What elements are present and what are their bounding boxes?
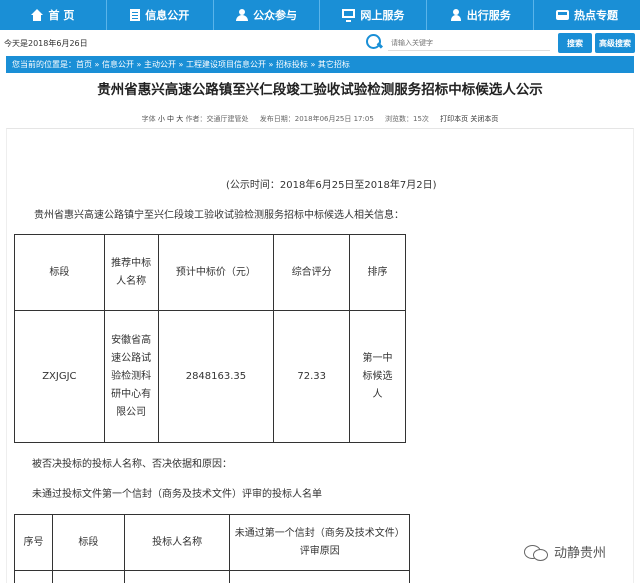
table-cell: 2848163.35 [157,310,275,443]
nav-item-public-participation[interactable]: 公众参与 [214,0,321,30]
header-strip: 今天是2018年6月26日 搜索 高级搜索 [0,30,640,56]
table-header-cell: 未通过第一个信封（商务及技术文件）评审原因 [229,514,410,571]
table-cell [14,570,53,583]
table-row [14,570,410,583]
advanced-search-button[interactable]: 高级搜索 [595,33,635,53]
table-header-cell: 序号 [14,514,53,571]
article-views: 浏览数：15次 [385,115,429,123]
search-icon[interactable] [366,34,382,50]
people-icon [236,9,249,21]
bus-icon [556,10,570,20]
table-cell [123,570,231,583]
article-meta: 字体 小 中 大 作者：交通厅建管处 发布日期：2018年06月25日 17:0… [0,114,640,124]
font-size-label: 字体 [141,115,156,123]
table-cell: 72.33 [273,310,351,443]
candidate-table: 标段 推荐中标人名称 预计中标价（元） 综合评分 排序 ZXJGJC 安徽省高速… [14,234,406,443]
nav-item-label: 首 页 [48,9,75,22]
service-icon [450,9,462,21]
table-cell: ZXJGJC [14,310,105,443]
font-size-medium[interactable]: 中 [167,115,174,123]
search-button[interactable]: 搜索 [558,33,592,53]
nav-item-label: 网上服务 [360,9,405,22]
notice-period: (公示时间：2018年6月25日至2018年7月2日) [226,180,437,191]
article-title: 贵州省惠兴高速公路镇至兴仁段竣工验收试验检测服务招标中标候选人公示 [97,82,543,98]
table-cell: 安徽省高速公路试验检测科研中心有限公司 [103,310,159,443]
top-nav: 首 页 信息公开 公众参与 网上服务 出行服务 热点专题 [0,0,640,30]
nav-item-travel-service[interactable]: 出行服务 [427,0,535,30]
table-header-cell: 推荐中标人名称 [103,234,159,311]
nav-item-home[interactable]: 首 页 [0,0,107,30]
breadcrumb-text[interactable]: 您当前的位置是：首页 » 信息公开 » 主动公开 » 工程建设项目信息公开 » … [12,59,350,70]
table-header-cell: 投标人名称 [123,514,231,571]
nav-item-label: 公众参与 [253,9,298,22]
wechat-logo-icon [524,543,548,561]
table-header-cell: 标段 [51,514,125,571]
close-page-link[interactable]: 关闭本页 [470,115,498,123]
home-icon [31,9,44,21]
document-icon [130,9,141,21]
table-cell [229,570,410,583]
table-header-cell: 综合评分 [273,234,351,311]
nav-item-label: 信息公开 [145,9,190,22]
table-row: ZXJGJC 安徽省高速公路试验检测科研中心有限公司 2848163.35 72… [14,310,406,443]
breadcrumb: 您当前的位置是：首页 » 信息公开 » 主动公开 » 工程建设项目信息公开 » … [6,56,634,73]
nav-item-label: 出行服务 [466,9,511,22]
font-size-large[interactable]: 大 [176,115,183,123]
failed-bidders-table: 序号 标段 投标人名称 未通过第一个信封（商务及技术文件）评审原因 [14,514,410,583]
watermark-text: 动静贵州 [554,546,607,561]
search-input[interactable] [388,35,550,51]
monitor-icon [342,9,356,22]
table-header-cell: 排序 [349,234,406,311]
table-header-cell: 标段 [14,234,105,311]
nav-item-info-disclosure[interactable]: 信息公开 [107,0,214,30]
article-date: 发布日期：2018年06月25日 17:05 [259,115,374,123]
nav-item-online-service[interactable]: 网上服务 [320,0,428,30]
font-size-small[interactable]: 小 [158,115,165,123]
table-header-cell: 预计中标价（元） [157,234,275,311]
article-author: 作者：交通厅建管处 [185,115,249,123]
table-cell [51,570,125,583]
watermark: 动静贵州 [524,542,606,561]
intro-paragraph: 贵州省惠兴高速公路镇宁至兴仁段竣工验收试验检测服务招标中标候选人相关信息： [34,210,404,221]
table-header-row: 标段 推荐中标人名称 预计中标价（元） 综合评分 排序 [14,234,406,311]
rejected-bidders-heading: 被否决投标的投标人名称、否决依据和原因： [32,459,232,470]
table-header-row: 序号 标段 投标人名称 未通过第一个信封（商务及技术文件）评审原因 [14,514,410,571]
today-date: 今天是2018年6月26日 [4,39,88,48]
table-cell: 第一中标候选人 [349,310,406,443]
failed-bidders-heading: 未通过投标文件第一个信封（商务及技术文件）评审的投标人名单 [32,489,322,500]
print-page-link[interactable]: 打印本页 [440,115,468,123]
nav-item-hot-topics[interactable]: 热点专题 [534,0,640,30]
nav-item-label: 热点专题 [574,9,619,22]
